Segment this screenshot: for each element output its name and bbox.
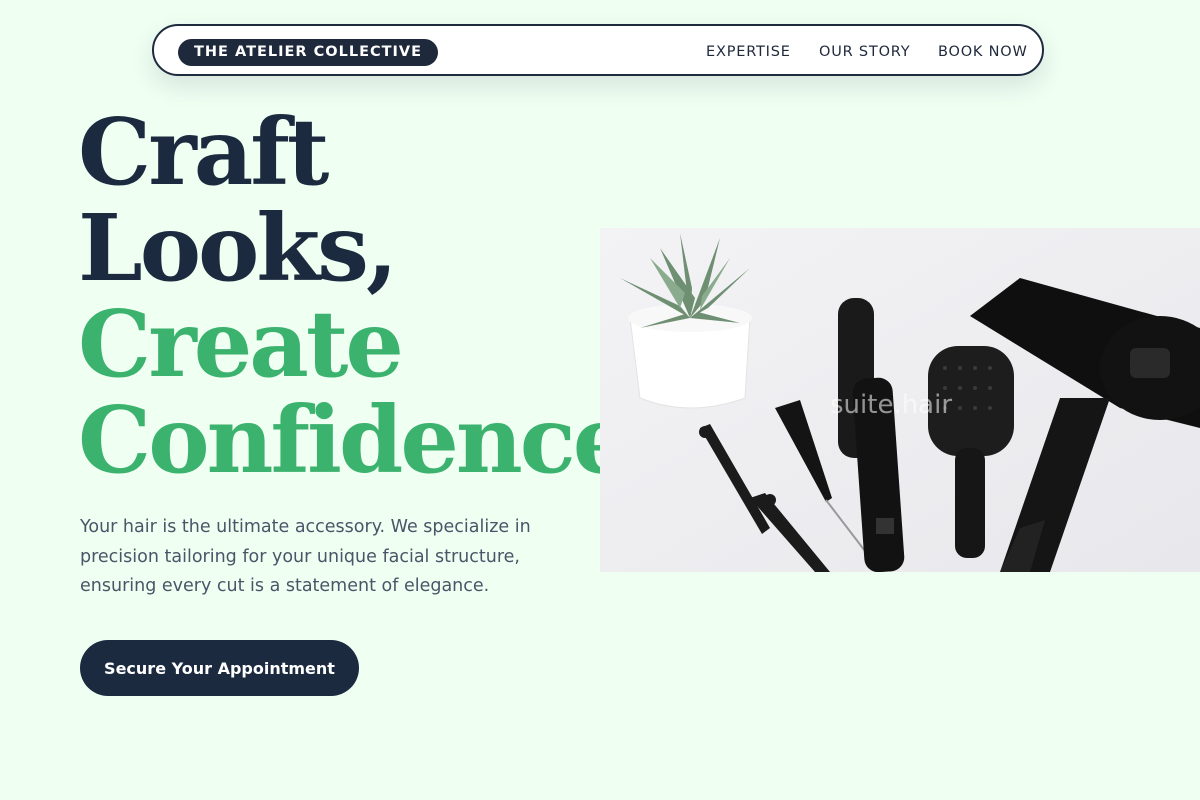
headline-line-confidence: Confidence.: [78, 386, 660, 494]
image-watermark: suite.hair: [830, 390, 953, 420]
secure-appointment-button[interactable]: Secure Your Appointment: [80, 640, 359, 696]
hero-headline: Craft Looks, Create Confidence.: [78, 98, 660, 494]
nav-link-our-story[interactable]: OUR STORY: [819, 43, 910, 61]
nav-link-expertise[interactable]: EXPERTISE: [706, 43, 791, 61]
hero-description: Your hair is the ultimate accessory. We …: [80, 517, 531, 596]
headline-line-looks: Looks,: [78, 194, 398, 302]
hero-image-hair-tools: suite.hair: [600, 228, 1200, 572]
nav-link-book-now[interactable]: BOOK NOW: [938, 43, 1028, 61]
headline-line-craft: Craft: [78, 98, 329, 206]
headline-line-create: Create: [78, 290, 404, 398]
top-navigation-bar: THE ATELIER COLLECTIVE EXPERTISE OUR STO…: [152, 24, 1044, 76]
brand-logo[interactable]: THE ATELIER COLLECTIVE: [178, 39, 439, 66]
